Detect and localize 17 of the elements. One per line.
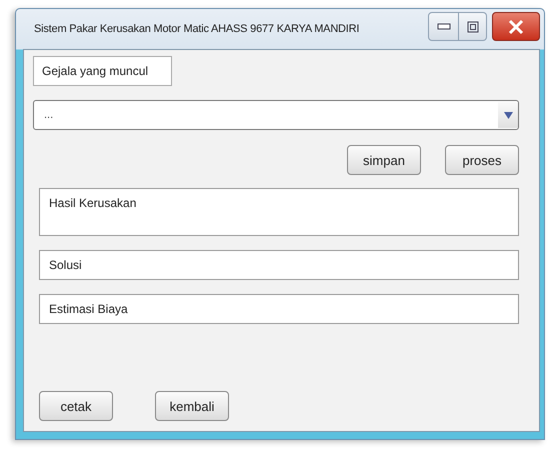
text-field[interactable]: Estimasi Biaya [39, 294, 519, 324]
maximize-button[interactable] [459, 12, 487, 41]
window-title: Sistem Pakar Kerusakan Motor Matic AHASS 9677 KARYA MANDIRI [33, 23, 360, 35]
footer-button[interactable]: kembali [155, 391, 229, 421]
maximize-icon [466, 20, 478, 32]
text-field[interactable]: Solusi [39, 250, 519, 280]
symptom-dropdown[interactable]: ... [33, 100, 519, 130]
action-button[interactable]: simpan [347, 145, 421, 175]
close-button[interactable] [492, 12, 540, 41]
result-text-area[interactable]: Hasil Kerusakan [39, 188, 519, 236]
symptom-field[interactable]: Gejala yang muncul [33, 56, 172, 86]
dropdown-arrow-icon [504, 112, 512, 118]
close-icon [508, 18, 524, 34]
minimize-icon [436, 22, 450, 30]
minimize-button[interactable] [428, 12, 459, 41]
action-button[interactable]: proses [445, 145, 519, 175]
footer-button[interactable]: cetak [39, 391, 113, 421]
